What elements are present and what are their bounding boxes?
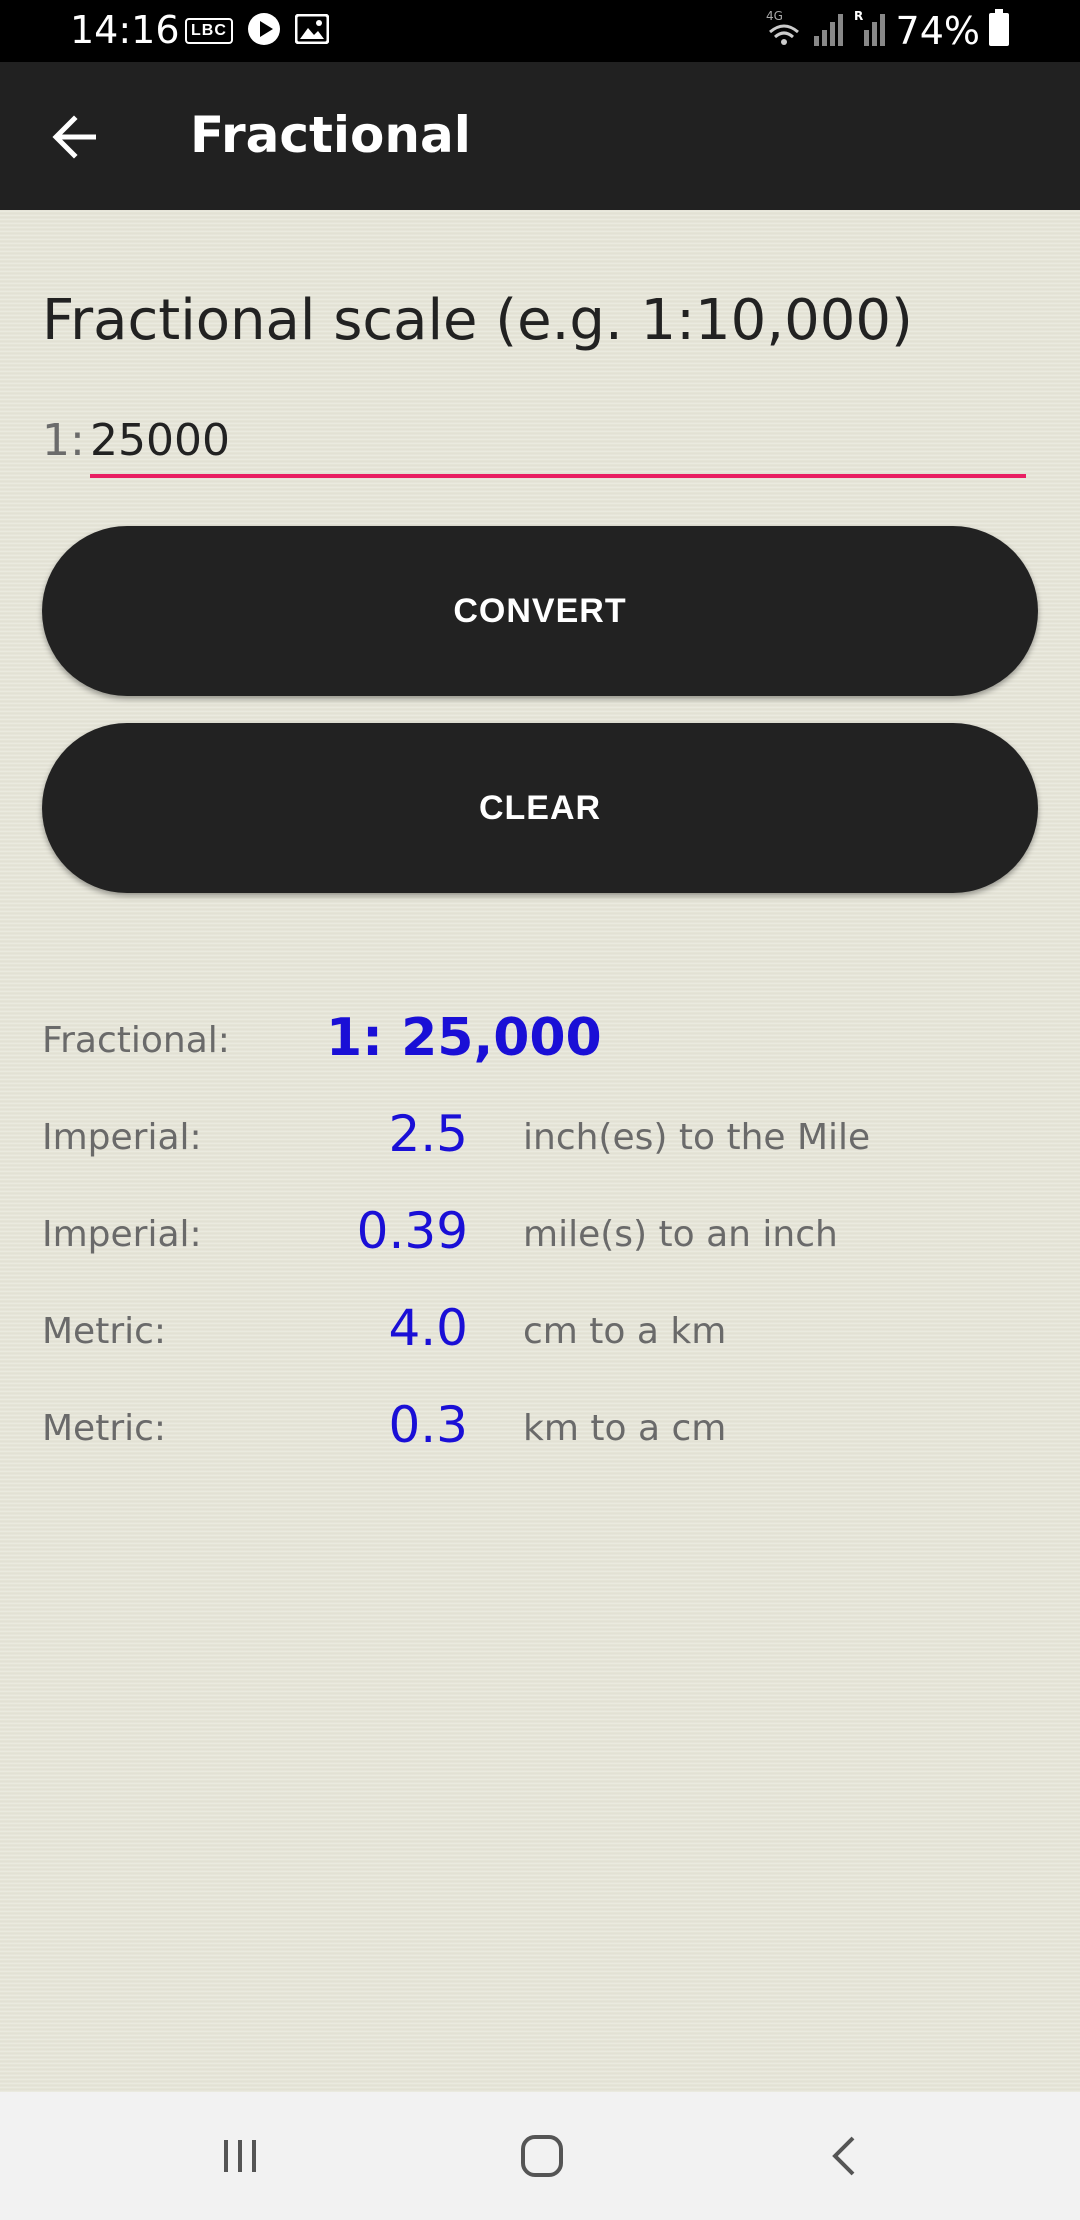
scale-prefix: 1: [42,415,85,466]
scale-prompt-label: Fractional scale (e.g. 1:10,000) [42,288,913,353]
result-label: Metric: [42,1311,167,1352]
network-type-label: 4G [766,9,783,23]
svg-text:R: R [854,9,863,23]
result-label: Fractional: [42,1020,230,1061]
result-unit: cm to a km [523,1311,727,1352]
status-time: 14:16 [70,8,180,52]
result-value: 4.0 [388,1299,468,1357]
result-row-fractional: Fractional: 1: 25,000 [0,1008,1080,1088]
result-unit: mile(s) to an inch [523,1214,838,1255]
home-button[interactable] [502,2126,582,2186]
result-value: 2.5 [388,1105,468,1163]
recent-apps-icon [224,2140,256,2172]
convert-button[interactable]: CONVERT [42,526,1038,696]
result-row: Metric: 0.3 km to a cm [0,1396,1080,1476]
notification-icons: LBC [185,12,330,51]
nav-back-button[interactable] [805,2126,885,2186]
back-button[interactable] [40,102,110,172]
page-title: Fractional [190,106,471,164]
result-label: Metric: [42,1408,167,1449]
home-icon [521,2135,563,2177]
result-unit: inch(es) to the Mile [523,1117,871,1158]
signal-icon [812,8,846,53]
result-row: Metric: 4.0 cm to a km [0,1299,1080,1379]
app-bar: Fractional [0,62,1080,210]
fractional-value: 1: 25,000 [326,1008,602,1068]
status-bar: 14:16 LBC 4G R 74% [0,0,1080,62]
arrow-left-icon [52,115,96,159]
lbc-icon: LBC [185,18,233,44]
main-content: Fractional scale (e.g. 1:10,000) 1: CONV… [0,210,1080,2092]
system-icons: 4G R 74% [764,8,1010,53]
system-nav-bar [0,2092,1080,2220]
result-label: Imperial: [42,1214,202,1255]
result-value: 0.39 [356,1202,468,1260]
clear-button[interactable]: CLEAR [42,723,1038,893]
wifi-icon: 4G [764,8,804,53]
battery-icon [988,9,1010,52]
play-icon [247,12,281,51]
result-value: 0.3 [388,1396,468,1454]
result-label: Imperial: [42,1117,202,1158]
recent-apps-button[interactable] [200,2126,280,2186]
battery-percentage: 74% [895,8,980,53]
result-unit: km to a cm [523,1408,727,1449]
result-row: Imperial: 2.5 inch(es) to the Mile [0,1105,1080,1185]
result-row: Imperial: 0.39 mile(s) to an inch [0,1202,1080,1282]
image-icon [294,13,330,49]
back-icon [832,2136,855,2176]
signal-roaming-icon: R [854,8,888,53]
scale-input[interactable] [90,406,1026,478]
